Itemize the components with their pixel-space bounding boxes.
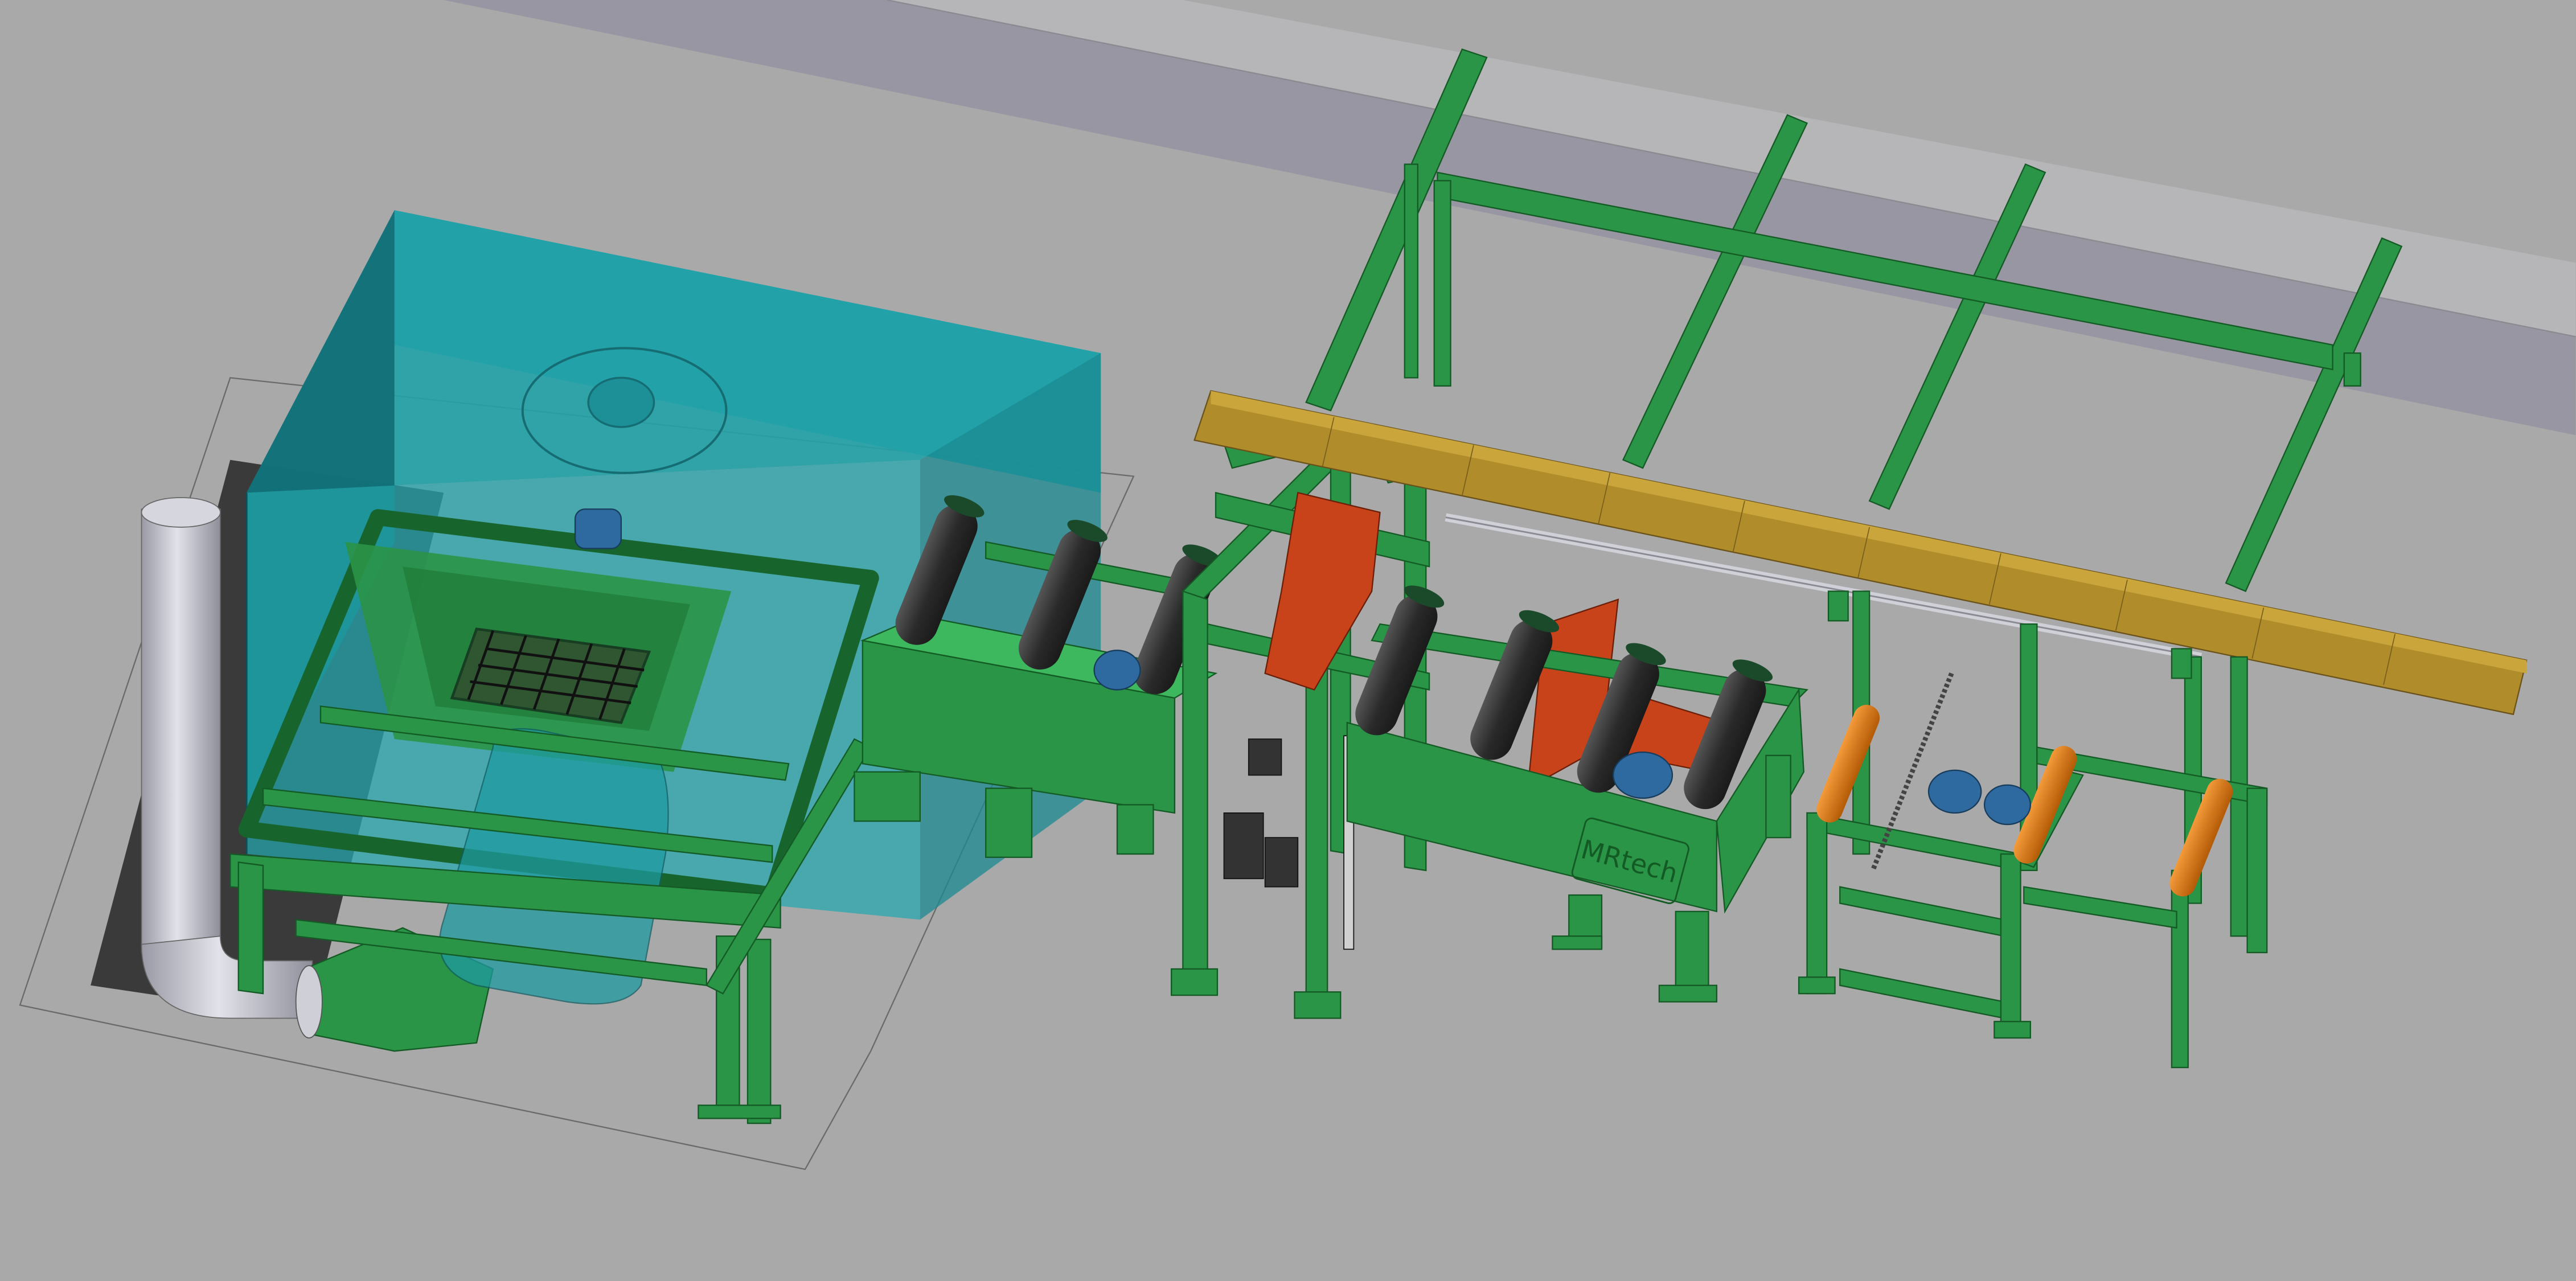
tank-lid-hole [587,376,655,428]
exhaust-pipe [141,508,221,953]
motor-icon [574,508,622,549]
cad-viewport[interactable]: MRtech [0,0,2576,1281]
motor-icon [1093,650,1141,691]
cad-scene[interactable]: MRtech [0,0,2576,1281]
exhaust-pipe-top [141,497,221,528]
motor-icon [1613,752,1673,799]
outlet-flange [295,965,323,1038]
